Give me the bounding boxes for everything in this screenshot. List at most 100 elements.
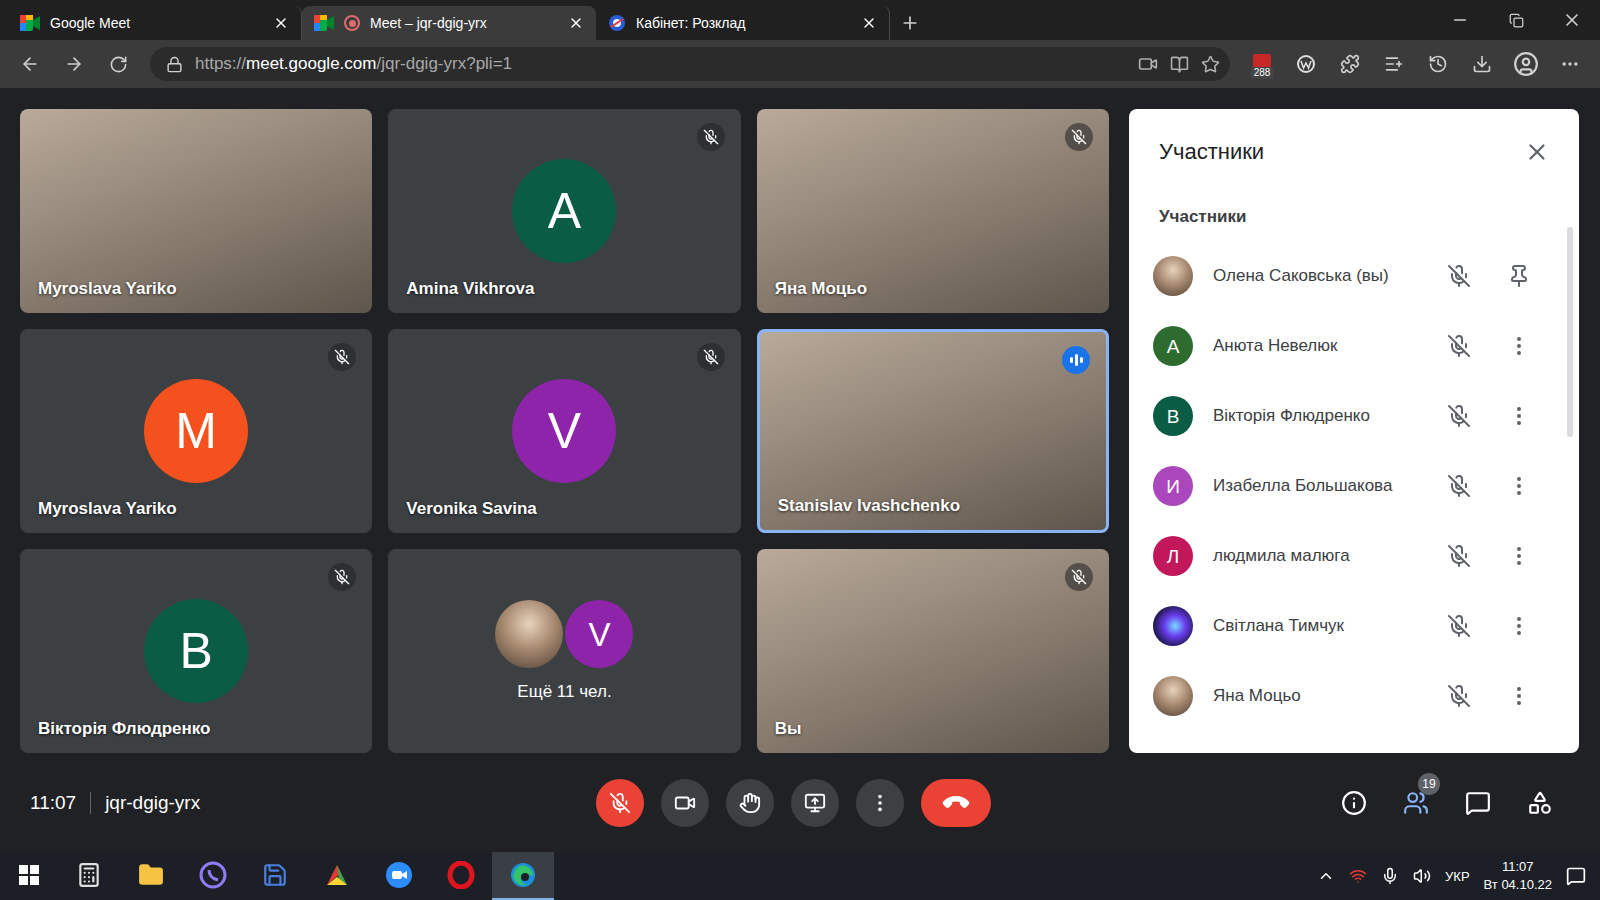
taskbar-app[interactable] (182, 852, 244, 900)
mic-status (1439, 334, 1479, 358)
start-button[interactable] (0, 852, 58, 900)
taskbar-app[interactable] (58, 852, 120, 900)
browser-tab[interactable]: Google Meet (8, 6, 302, 40)
more-options-button[interactable] (856, 779, 904, 827)
system-tray: УКР 11:07Вт 04.10.22 (1303, 852, 1600, 900)
tile-name: Myroslava Yariko (38, 499, 177, 519)
mic-off-icon (334, 569, 350, 585)
extensions-button[interactable] (1330, 47, 1370, 81)
minimize-icon (1451, 11, 1469, 29)
mic-off-icon (1447, 264, 1471, 288)
more-button[interactable] (1499, 684, 1539, 708)
stage: Myroslava YarikoAAmina VikhrovaЯна Моцьо… (0, 88, 1600, 753)
taskbar-app[interactable] (492, 852, 554, 900)
camera-button[interactable] (661, 779, 709, 827)
more-button[interactable] (1499, 544, 1539, 568)
new-tab-button[interactable] (890, 6, 930, 40)
participant-photo (1153, 256, 1193, 296)
participant-tile[interactable]: Myroslava Yariko (20, 109, 372, 313)
pin-button[interactable] (1499, 264, 1539, 288)
menu-button[interactable] (1550, 47, 1590, 81)
reload-button[interactable] (98, 47, 138, 81)
viber-icon (199, 861, 227, 889)
arrow-left-icon (20, 54, 40, 74)
extension-button[interactable]: 288 (1242, 47, 1282, 81)
scrollbar[interactable] (1567, 227, 1573, 437)
raise-hand-button[interactable] (726, 779, 774, 827)
mic-off-icon (1447, 544, 1471, 568)
favorite-icon (1201, 55, 1220, 74)
participant-row[interactable]: AАнюта Невелюк (1129, 311, 1579, 381)
participant-tile[interactable]: VЕщё 11 чел. (388, 549, 740, 753)
present-button[interactable] (791, 779, 839, 827)
participant-row[interactable]: BВікторія Флюдренко (1129, 381, 1579, 451)
participant-tile[interactable]: AAmina Vikhrova (388, 109, 740, 313)
participant-avatar: B (1153, 396, 1193, 436)
people-button[interactable]: 19 (1400, 787, 1432, 819)
participant-tile[interactable]: MMyroslava Yariko (20, 329, 372, 533)
more-button[interactable] (1499, 404, 1539, 428)
participant-tile[interactable]: Яна Моцьо (757, 109, 1109, 313)
profile-button[interactable] (1506, 47, 1546, 81)
taskbar-app[interactable] (244, 852, 306, 900)
url-field[interactable]: https://meet.google.com/jqr-dgig-yrx?pli… (150, 47, 1230, 81)
more-button[interactable] (1499, 474, 1539, 498)
speaking-indicator (1062, 346, 1090, 374)
activities-icon (1527, 790, 1553, 816)
extension-button[interactable] (1286, 47, 1326, 81)
mic-off-icon (1447, 474, 1471, 498)
browser-tab[interactable]: Кабінет: Розклад (596, 6, 890, 40)
participant-row[interactable]: Ллюдмила малюга (1129, 521, 1579, 591)
chevron-up-icon (1317, 867, 1335, 885)
present-icon (804, 792, 826, 814)
mic-status (1439, 684, 1479, 708)
participant-tile[interactable]: Вы (757, 549, 1109, 753)
participant-tile[interactable]: VVeronika Savina (388, 329, 740, 533)
meet-area: Myroslava YarikoAAmina VikhrovaЯна Моцьо… (0, 88, 1600, 852)
activities-button[interactable] (1524, 787, 1556, 819)
participant-row[interactable]: ИИзабелла Большакова (1129, 451, 1579, 521)
participant-row[interactable]: Яна Моцьо (1129, 661, 1579, 731)
url-text: https://meet.google.com/jqr-dgig-yrx?pli… (195, 54, 1126, 74)
tile-avatar: A (512, 159, 616, 263)
taskbar-app[interactable] (430, 852, 492, 900)
taskbar-app[interactable] (120, 852, 182, 900)
favorites-button[interactable] (1374, 47, 1414, 81)
history-button[interactable] (1418, 47, 1458, 81)
close-button[interactable] (1544, 3, 1600, 37)
forward-button[interactable] (54, 47, 94, 81)
leave-call-button[interactable] (921, 779, 991, 827)
downloads-button[interactable] (1462, 47, 1502, 81)
mic-off-icon (1447, 334, 1471, 358)
restore-button[interactable] (1488, 3, 1544, 37)
mic-button[interactable] (596, 779, 644, 827)
more-button[interactable] (1499, 334, 1539, 358)
folder-icon (138, 862, 164, 888)
close-icon (1524, 139, 1550, 165)
back-button[interactable] (10, 47, 50, 81)
edge-icon (509, 861, 537, 889)
close-panel-button[interactable] (1517, 135, 1557, 169)
chat-button[interactable] (1462, 787, 1494, 819)
participants-panel: УчастникиУчастникиОлена Саковська (вы)AА… (1129, 109, 1579, 753)
clock[interactable]: 11:07Вт 04.10.22 (1484, 858, 1552, 894)
favorites-icon (1384, 54, 1404, 74)
minimize-button[interactable] (1432, 3, 1488, 37)
tile-name: Myroslava Yariko (38, 279, 177, 299)
taskbar-app[interactable] (368, 852, 430, 900)
more-button[interactable] (1499, 614, 1539, 638)
taskbar-app[interactable] (306, 852, 368, 900)
pin-icon (1507, 264, 1531, 288)
participant-row[interactable]: Світлана Тимчук (1129, 591, 1579, 661)
mic-off-icon (334, 349, 350, 365)
divider (90, 792, 91, 814)
info-button[interactable] (1338, 787, 1370, 819)
participant-tile[interactable]: Stanislav Ivashchenko (757, 329, 1109, 533)
language-indicator[interactable]: УКР (1445, 869, 1470, 884)
participant-row[interactable]: Олена Саковська (вы) (1129, 241, 1579, 311)
browser-tab[interactable]: Meet – jqr-dgig-yrx (302, 6, 596, 40)
more-icon (1507, 684, 1531, 708)
download-icon (1472, 54, 1492, 74)
participant-tile[interactable]: BВікторія Флюдренко (20, 549, 372, 753)
mic-off-icon (1447, 684, 1471, 708)
